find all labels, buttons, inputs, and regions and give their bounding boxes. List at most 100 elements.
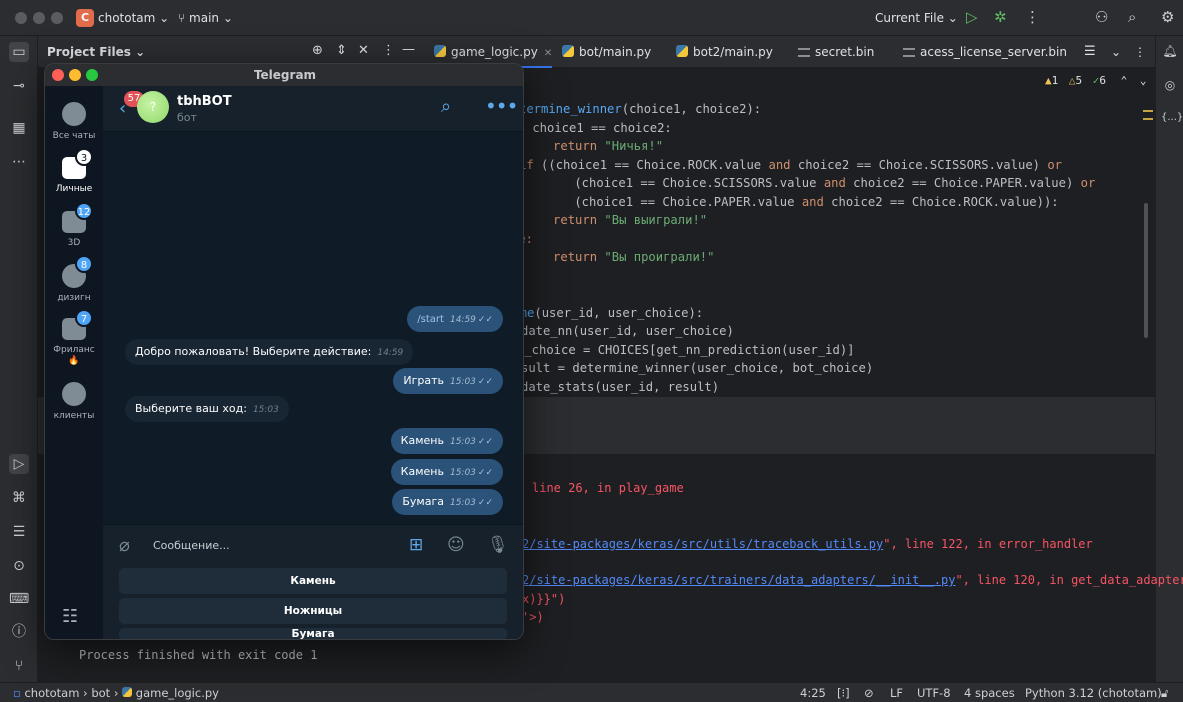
bot-keyboard-icon[interactable]: ⊞ xyxy=(409,535,423,555)
emoji-icon[interactable]: ☺ xyxy=(447,535,465,555)
folder-freelance[interactable]: 7 Фриланс 🔥 xyxy=(45,309,103,367)
project-selector[interactable]: chototam ⌄ xyxy=(98,11,169,25)
avatar[interactable]: ? xyxy=(137,91,169,123)
expand-icon[interactable]: ⇕ xyxy=(336,43,347,58)
run-config-selector[interactable]: Current File ⌄ xyxy=(875,11,958,25)
commit-icon[interactable]: ⊸ xyxy=(9,76,29,96)
focus-mode-icon[interactable]: [⁝] xyxy=(837,686,850,700)
tab-bot2-main[interactable]: bot2/main.py xyxy=(676,36,773,68)
window-zoom-button[interactable] xyxy=(51,12,63,24)
python-console-icon[interactable]: ⌘ xyxy=(9,488,29,508)
folder-clients[interactable]: клиенты xyxy=(45,382,103,422)
message-time: 14:59 xyxy=(449,315,476,325)
outgoing-message[interactable]: Камень 15:03 ✓✓ xyxy=(390,459,503,485)
tab-bot-main[interactable]: bot/main.py xyxy=(562,36,651,68)
keyboard-button-paper[interactable]: Бумага xyxy=(119,628,507,639)
line-separator[interactable]: LF xyxy=(890,686,903,700)
breadcrumb[interactable]: ▫ chototam › bot › game_logic.py xyxy=(13,686,219,700)
git-icon[interactable]: ⑂ xyxy=(9,656,29,676)
window-close-button[interactable] xyxy=(15,12,27,24)
json-icon[interactable]: {...} xyxy=(1161,112,1183,123)
hide-icon[interactable]: — xyxy=(402,42,415,57)
message-time: 15:03 xyxy=(449,468,476,478)
search-icon[interactable]: ⌕ xyxy=(1128,8,1136,26)
notifications-icon[interactable]: 🔔︎ xyxy=(1161,44,1179,58)
project-badge[interactable]: C xyxy=(76,9,94,27)
incoming-message[interactable]: Выберите ваш ход: 15:03 xyxy=(125,396,289,422)
project-folder-icon[interactable]: ▭ xyxy=(9,42,29,62)
outgoing-message[interactable]: Играть 15:03 ✓✓ xyxy=(393,368,503,394)
chevron-down-icon: ⌄ xyxy=(1139,74,1147,87)
folder-all-chats[interactable]: Все чаты xyxy=(45,102,103,142)
tg-minimize-button[interactable] xyxy=(69,69,81,81)
outgoing-message[interactable]: Камень 15:03 ✓✓ xyxy=(390,428,503,454)
keyboard-button-scissors[interactable]: Ножницы xyxy=(119,598,507,624)
folder-personal[interactable]: 3 Личные xyxy=(45,148,103,195)
code-line: t_choice = CHOICES[get_nn_prediction(use… xyxy=(517,342,855,357)
layers-icon[interactable]: ☰ xyxy=(9,522,29,542)
collapse-icon[interactable]: ✕ xyxy=(358,43,369,58)
tab-secret-bin[interactable]: secret.bin xyxy=(798,36,874,68)
python-interpreter[interactable]: Python 3.12 (chototam) xyxy=(1025,686,1162,700)
code-line: sult = determine_winner(user_choice, bot… xyxy=(521,361,874,375)
status-bar: ▫ chototam › bot › game_logic.py 4:25 [⁝… xyxy=(0,682,1183,702)
tg-zoom-button[interactable] xyxy=(86,69,98,81)
file-encoding[interactable]: UTF-8 xyxy=(917,686,951,700)
chevron-down-icon[interactable]: ⌄ xyxy=(1111,36,1121,68)
keyboard-button-rock[interactable]: Камень xyxy=(119,568,507,594)
telegram-window: Telegram Все чаты 3 Личные 12 3D 8 дизиг… xyxy=(44,63,524,640)
microphone-icon[interactable]: 🎙︎ xyxy=(487,535,509,555)
window-minimize-button[interactable] xyxy=(33,12,45,24)
incoming-message[interactable]: Добро пожаловать! Выберите действие: 14:5… xyxy=(125,339,414,365)
more-icon[interactable]: ⋮ xyxy=(382,43,395,58)
terminal-icon[interactable]: ⌨ xyxy=(9,589,29,609)
search-icon[interactable]: ⌕ xyxy=(441,96,451,117)
message-input[interactable]: Сообщение... xyxy=(153,539,230,552)
folder-3d[interactable]: 12 3D xyxy=(45,202,103,249)
inspection-widget[interactable]: ▲1 △5 ✓6 ⌃ ⌄ xyxy=(1045,74,1147,87)
editor-scrollbar[interactable] xyxy=(1144,203,1148,338)
folder-design[interactable]: 8 дизигн xyxy=(45,255,103,304)
folder-badge: 8 xyxy=(75,255,93,273)
locate-icon[interactable]: ⊕ xyxy=(312,43,323,58)
lock-icon[interactable]: 🔓︎ xyxy=(1161,686,1168,701)
more-icon[interactable]: ••• xyxy=(485,94,518,118)
chevron-down-icon: ⌄ xyxy=(222,11,233,25)
more-tools-icon[interactable]: ⋯ xyxy=(9,152,29,172)
tg-close-button[interactable] xyxy=(52,69,64,81)
ai-assistant-icon[interactable]: ◎ xyxy=(1161,78,1179,92)
run-tool-icon[interactable]: ▷ xyxy=(9,454,29,474)
debug-icon[interactable]: ✲ xyxy=(994,8,1007,26)
caret-position[interactable]: 4:25 xyxy=(800,686,826,700)
gear-icon[interactable]: ⚙ xyxy=(1161,8,1174,26)
project-panel-title[interactable]: Project Files ⌄ xyxy=(47,45,145,59)
folder-badge: 12 xyxy=(75,202,93,220)
run-icon[interactable]: ▷ xyxy=(966,8,978,26)
more-icon[interactable]: ⋮ xyxy=(1025,8,1040,26)
double-check-icon: ✓✓ xyxy=(477,315,493,325)
console-line[interactable]: 2/site-packages/keras/src/utils/tracebac… xyxy=(522,537,1093,551)
indent-setting[interactable]: 4 spaces xyxy=(964,686,1015,700)
chevron-down-icon: ⌄ xyxy=(947,11,958,25)
no-inspections-icon[interactable]: ⊘ xyxy=(864,686,874,700)
structure-icon[interactable]: ▦ xyxy=(9,118,29,138)
services-icon[interactable]: ⊙ xyxy=(9,556,29,576)
branch-selector[interactable]: ⑂ main ⌄ xyxy=(178,11,233,25)
message-list[interactable]: /start 14:59 ✓✓ Добро пожаловать! Выберите … xyxy=(103,132,523,524)
outgoing-message[interactable]: Бумага 15:03 ✓✓ xyxy=(392,489,503,515)
outgoing-message[interactable]: /start 14:59 ✓✓ xyxy=(407,306,503,332)
add-user-icon[interactable]: ⚇ xyxy=(1095,8,1108,26)
bot-name[interactable]: tbhBOT xyxy=(177,94,232,109)
tab-license-bin[interactable]: acess_license_server.bin xyxy=(903,36,1067,68)
binary-file-icon xyxy=(798,48,810,57)
tab-list-icon[interactable]: ☰ xyxy=(1084,36,1096,68)
settings-sliders-icon[interactable]: ☷ xyxy=(62,606,78,627)
close-icon[interactable]: ✕ xyxy=(544,48,552,59)
paperclip-icon[interactable]: ⌀ xyxy=(119,535,130,556)
folder-sidebar: Все чаты 3 Личные 12 3D 8 дизигн 7 Фрила… xyxy=(45,86,103,639)
code-editor[interactable]: ▲1 △5 ✓6 ⌃ ⌄ termine_winner(choice1, cho… xyxy=(426,68,1155,396)
problems-icon[interactable]: ⓘ xyxy=(9,622,29,642)
folder-icon: 12 xyxy=(62,202,93,233)
more-icon[interactable]: ⋮ xyxy=(1134,36,1146,68)
console-line[interactable]: 2/site-packages/keras/src/trainers/data_… xyxy=(522,573,1183,587)
